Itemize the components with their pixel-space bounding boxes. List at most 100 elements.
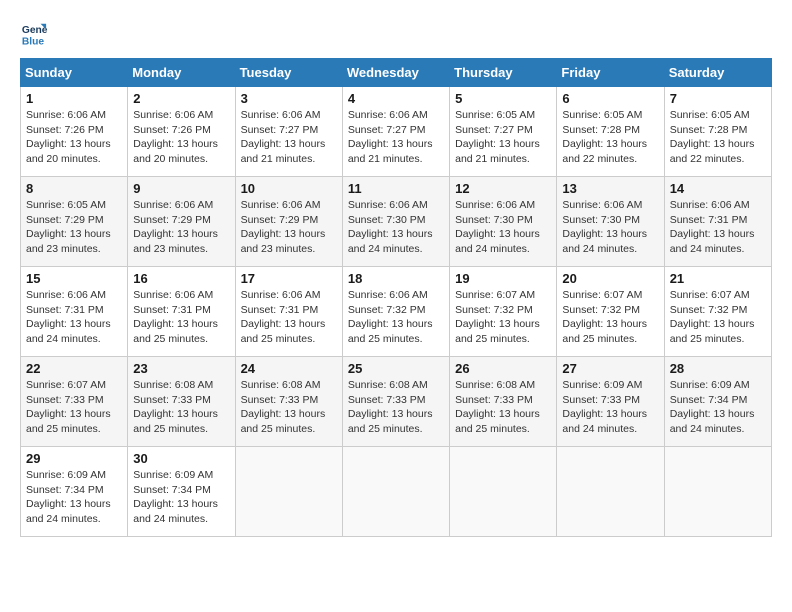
calendar-cell: 29Sunrise: 6:09 AMSunset: 7:34 PMDayligh… bbox=[21, 447, 128, 537]
calendar-cell: 25Sunrise: 6:08 AMSunset: 7:33 PMDayligh… bbox=[342, 357, 449, 447]
day-info: Sunrise: 6:09 AMSunset: 7:33 PMDaylight:… bbox=[562, 378, 658, 437]
weekday-header-thursday: Thursday bbox=[450, 59, 557, 87]
calendar-cell: 12 Sunrise: 6:06 AMSunset: 7:30 PMDayligh… bbox=[450, 177, 557, 267]
calendar-cell: 27Sunrise: 6:09 AMSunset: 7:33 PMDayligh… bbox=[557, 357, 664, 447]
calendar-cell: 23 Sunrise: 6:08 AMSunset: 7:33 PMDayligh… bbox=[128, 357, 235, 447]
day-info: Sunrise: 6:08 AMSunset: 7:33 PMDaylight:… bbox=[455, 378, 551, 437]
svg-text:Blue: Blue bbox=[22, 36, 45, 47]
calendar-cell: 4 Sunrise: 6:06 AMSunset: 7:27 PMDaylight… bbox=[342, 87, 449, 177]
day-info: Sunrise: 6:06 AMSunset: 7:31 PMDaylight:… bbox=[670, 198, 766, 257]
day-info: Sunrise: 6:06 AMSunset: 7:31 PMDaylight:… bbox=[241, 288, 337, 347]
day-info: Sunrise: 6:06 AMSunset: 7:30 PMDaylight:… bbox=[562, 198, 658, 257]
calendar-cell: 2 Sunrise: 6:06 AMSunset: 7:26 PMDaylight… bbox=[128, 87, 235, 177]
calendar-table: SundayMondayTuesdayWednesdayThursdayFrid… bbox=[20, 58, 772, 537]
day-info: Sunrise: 6:07 AMSunset: 7:32 PMDaylight:… bbox=[670, 288, 766, 347]
calendar-cell: 26 Sunrise: 6:08 AMSunset: 7:33 PMDayligh… bbox=[450, 357, 557, 447]
page-header: General Blue bbox=[20, 20, 772, 48]
day-info: Sunrise: 6:06 AMSunset: 7:26 PMDaylight:… bbox=[133, 108, 229, 167]
day-number: 30 bbox=[133, 451, 229, 466]
calendar-cell: 30 Sunrise: 6:09 AMSunset: 7:34 PMDayligh… bbox=[128, 447, 235, 537]
day-info: Sunrise: 6:08 AMSunset: 7:33 PMDaylight:… bbox=[241, 378, 337, 437]
calendar-cell: 7Sunrise: 6:05 AMSunset: 7:28 PMDaylight… bbox=[664, 87, 771, 177]
calendar-header-row: SundayMondayTuesdayWednesdayThursdayFrid… bbox=[21, 59, 772, 87]
calendar-cell: 5 Sunrise: 6:05 AMSunset: 7:27 PMDaylight… bbox=[450, 87, 557, 177]
logo-icon: General Blue bbox=[20, 20, 48, 48]
calendar-cell: 21 Sunrise: 6:07 AMSunset: 7:32 PMDayligh… bbox=[664, 267, 771, 357]
day-info: Sunrise: 6:07 AMSunset: 7:32 PMDaylight:… bbox=[455, 288, 551, 347]
weekday-header-tuesday: Tuesday bbox=[235, 59, 342, 87]
day-number: 12 bbox=[455, 181, 551, 196]
calendar-cell: 9Sunrise: 6:06 AMSunset: 7:29 PMDaylight… bbox=[128, 177, 235, 267]
calendar-cell: 28 Sunrise: 6:09 AMSunset: 7:34 PMDayligh… bbox=[664, 357, 771, 447]
day-number: 6 bbox=[562, 91, 658, 106]
day-number: 18 bbox=[348, 271, 444, 286]
day-number: 2 bbox=[133, 91, 229, 106]
weekday-header-wednesday: Wednesday bbox=[342, 59, 449, 87]
day-info: Sunrise: 6:06 AMSunset: 7:26 PMDaylight:… bbox=[26, 108, 122, 167]
calendar-cell: 22Sunrise: 6:07 AMSunset: 7:33 PMDayligh… bbox=[21, 357, 128, 447]
weekday-header-monday: Monday bbox=[128, 59, 235, 87]
calendar-week-row: 29 Sunrise: 6:09 AMSunset: 7:34 PMDayligh… bbox=[21, 447, 772, 537]
calendar-cell: 3Sunrise: 6:06 AMSunset: 7:27 PMDaylight… bbox=[235, 87, 342, 177]
day-info: Sunrise: 6:06 AMSunset: 7:27 PMDaylight:… bbox=[348, 108, 444, 167]
day-number: 29 bbox=[26, 451, 122, 466]
day-info: Sunrise: 6:08 AMSunset: 7:33 PMDaylight:… bbox=[133, 378, 229, 437]
weekday-header-saturday: Saturday bbox=[664, 59, 771, 87]
weekday-header-sunday: Sunday bbox=[21, 59, 128, 87]
calendar-week-row: 15 Sunrise: 6:06 AMSunset: 7:31 PMDayligh… bbox=[21, 267, 772, 357]
calendar-cell bbox=[235, 447, 342, 537]
day-number: 16 bbox=[133, 271, 229, 286]
day-number: 13 bbox=[562, 181, 658, 196]
day-number: 25 bbox=[348, 361, 444, 376]
day-info: Sunrise: 6:06 AMSunset: 7:31 PMDaylight:… bbox=[133, 288, 229, 347]
calendar-cell: 19 Sunrise: 6:07 AMSunset: 7:32 PMDayligh… bbox=[450, 267, 557, 357]
calendar-cell bbox=[342, 447, 449, 537]
day-number: 4 bbox=[348, 91, 444, 106]
calendar-cell: 1Sunrise: 6:06 AMSunset: 7:26 PMDaylight… bbox=[21, 87, 128, 177]
calendar-cell bbox=[664, 447, 771, 537]
day-number: 20 bbox=[562, 271, 658, 286]
day-info: Sunrise: 6:05 AMSunset: 7:29 PMDaylight:… bbox=[26, 198, 122, 257]
day-info: Sunrise: 6:05 AMSunset: 7:28 PMDaylight:… bbox=[670, 108, 766, 167]
calendar-cell: 13 Sunrise: 6:06 AMSunset: 7:30 PMDayligh… bbox=[557, 177, 664, 267]
day-number: 11 bbox=[348, 181, 444, 196]
day-number: 22 bbox=[26, 361, 122, 376]
logo: General Blue bbox=[20, 20, 52, 48]
day-info: Sunrise: 6:06 AMSunset: 7:32 PMDaylight:… bbox=[348, 288, 444, 347]
calendar-week-row: 8 Sunrise: 6:05 AMSunset: 7:29 PMDaylight… bbox=[21, 177, 772, 267]
calendar-cell: 16 Sunrise: 6:06 AMSunset: 7:31 PMDayligh… bbox=[128, 267, 235, 357]
day-info: Sunrise: 6:09 AMSunset: 7:34 PMDaylight:… bbox=[670, 378, 766, 437]
day-number: 28 bbox=[670, 361, 766, 376]
calendar-week-row: 22Sunrise: 6:07 AMSunset: 7:33 PMDayligh… bbox=[21, 357, 772, 447]
day-number: 19 bbox=[455, 271, 551, 286]
day-number: 23 bbox=[133, 361, 229, 376]
calendar-cell: 24 Sunrise: 6:08 AMSunset: 7:33 PMDayligh… bbox=[235, 357, 342, 447]
calendar-cell: 11 Sunrise: 6:06 AMSunset: 7:30 PMDayligh… bbox=[342, 177, 449, 267]
day-info: Sunrise: 6:06 AMSunset: 7:29 PMDaylight:… bbox=[241, 198, 337, 257]
calendar-cell: 10 Sunrise: 6:06 AMSunset: 7:29 PMDayligh… bbox=[235, 177, 342, 267]
day-info: Sunrise: 6:05 AMSunset: 7:28 PMDaylight:… bbox=[562, 108, 658, 167]
day-info: Sunrise: 6:06 AMSunset: 7:29 PMDaylight:… bbox=[133, 198, 229, 257]
day-info: Sunrise: 6:09 AMSunset: 7:34 PMDaylight:… bbox=[133, 468, 229, 527]
day-info: Sunrise: 6:06 AMSunset: 7:30 PMDaylight:… bbox=[455, 198, 551, 257]
calendar-cell: 8 Sunrise: 6:05 AMSunset: 7:29 PMDaylight… bbox=[21, 177, 128, 267]
day-info: Sunrise: 6:07 AMSunset: 7:32 PMDaylight:… bbox=[562, 288, 658, 347]
calendar-cell: 18 Sunrise: 6:06 AMSunset: 7:32 PMDayligh… bbox=[342, 267, 449, 357]
calendar-cell: 15Sunrise: 6:06 AMSunset: 7:31 PMDayligh… bbox=[21, 267, 128, 357]
day-number: 10 bbox=[241, 181, 337, 196]
day-number: 15 bbox=[26, 271, 122, 286]
day-number: 5 bbox=[455, 91, 551, 106]
day-number: 21 bbox=[670, 271, 766, 286]
day-number: 14 bbox=[670, 181, 766, 196]
calendar-cell: 17 Sunrise: 6:06 AMSunset: 7:31 PMDayligh… bbox=[235, 267, 342, 357]
day-info: Sunrise: 6:06 AMSunset: 7:30 PMDaylight:… bbox=[348, 198, 444, 257]
day-number: 24 bbox=[241, 361, 337, 376]
calendar-cell: 20 Sunrise: 6:07 AMSunset: 7:32 PMDayligh… bbox=[557, 267, 664, 357]
day-number: 17 bbox=[241, 271, 337, 286]
calendar-cell: 14 Sunrise: 6:06 AMSunset: 7:31 PMDayligh… bbox=[664, 177, 771, 267]
day-info: Sunrise: 6:05 AMSunset: 7:27 PMDaylight:… bbox=[455, 108, 551, 167]
day-number: 8 bbox=[26, 181, 122, 196]
weekday-header-friday: Friday bbox=[557, 59, 664, 87]
calendar-cell: 6 Sunrise: 6:05 AMSunset: 7:28 PMDaylight… bbox=[557, 87, 664, 177]
day-number: 26 bbox=[455, 361, 551, 376]
